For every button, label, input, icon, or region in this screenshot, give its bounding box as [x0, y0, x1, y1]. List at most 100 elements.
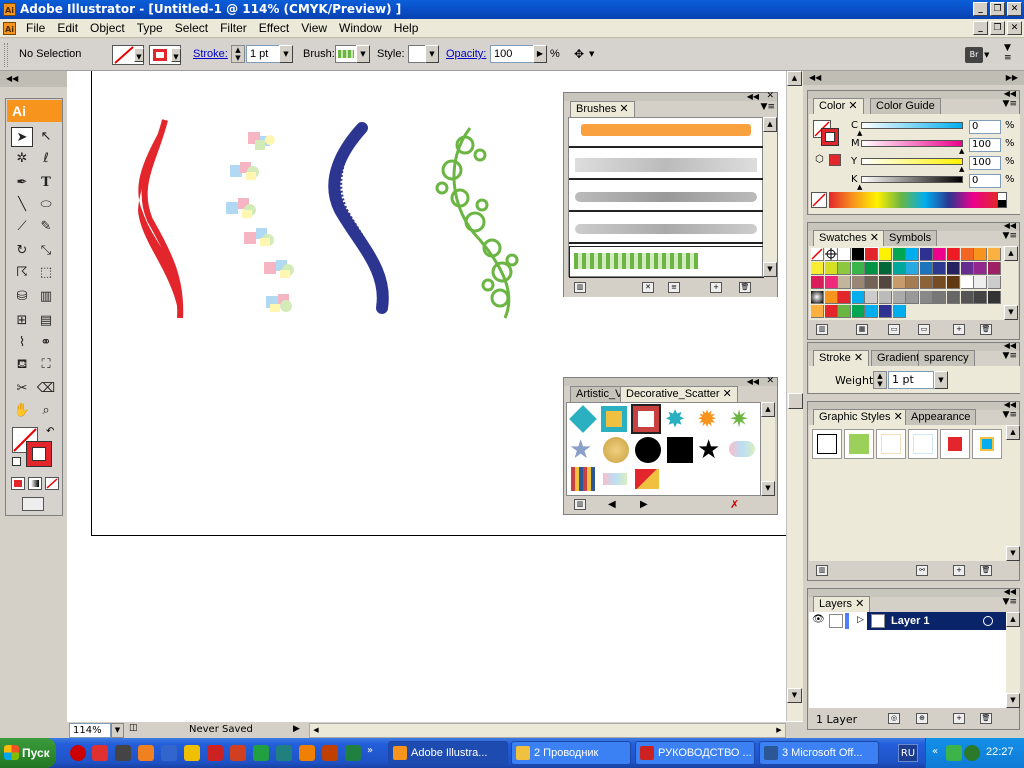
swatch[interactable]: [892, 290, 906, 304]
swatch[interactable]: [919, 290, 933, 304]
channel-value-input[interactable]: 100: [969, 138, 1001, 152]
magic-wand-tool-icon[interactable]: ✲: [11, 149, 33, 169]
channel-slider-thumb[interactable]: ▲: [959, 147, 964, 155]
symbol-13[interactable]: [571, 467, 595, 491]
swatch[interactable]: [879, 262, 892, 276]
swatch[interactable]: [933, 290, 947, 304]
menu-effect[interactable]: Effect: [253, 21, 295, 35]
paintbrush-tool-icon[interactable]: ⟋: [11, 217, 33, 237]
swatch[interactable]: [919, 248, 933, 261]
swatch[interactable]: [811, 262, 824, 276]
menu-edit[interactable]: Edit: [51, 21, 84, 35]
swatch[interactable]: [851, 276, 865, 290]
stroke-collapse-icon[interactable]: ◀◀: [1004, 341, 1016, 350]
tab-swatches[interactable]: Swatches ✕: [813, 230, 885, 246]
swatch[interactable]: [824, 290, 838, 304]
blend-tool-icon[interactable]: ⚭: [35, 333, 57, 353]
layers-collapse-icon[interactable]: ◀◀: [1004, 587, 1016, 596]
quicklaunch-icon-12[interactable]: [322, 745, 338, 761]
ellipse-tool-icon[interactable]: ⬭: [35, 195, 57, 215]
zoom-input[interactable]: 114%: [69, 723, 111, 738]
swatch[interactable]: [892, 248, 906, 261]
lock-toggle[interactable]: [829, 614, 843, 628]
quicklaunch-icon-9[interactable]: [253, 745, 269, 761]
new-brush-icon[interactable]: +: [710, 282, 722, 293]
brush-item-green[interactable]: [569, 246, 764, 278]
gstyles-collapse-icon[interactable]: ◀◀: [1004, 400, 1016, 409]
make-clipping-mask-icon[interactable]: ◎: [888, 713, 900, 724]
canvas-horizontal-scrollbar[interactable]: ◀ ▶: [309, 723, 786, 738]
lasso-tool-icon[interactable]: ℓ: [35, 149, 57, 169]
scroll-down-button[interactable]: ▼: [787, 688, 802, 703]
gstyle-cyan[interactable]: [972, 429, 1002, 459]
tray-expand-icon[interactable]: «: [932, 746, 938, 757]
swatch[interactable]: [960, 276, 974, 290]
tools-collapse-icon[interactable]: ◀◀: [0, 71, 67, 87]
eyedropper-tool-icon[interactable]: ⌇: [11, 333, 33, 353]
weight-dropdown[interactable]: ▼: [934, 371, 948, 389]
swatch[interactable]: [865, 304, 879, 318]
swatch[interactable]: [919, 276, 933, 290]
swatch[interactable]: [947, 248, 960, 261]
symbol-1[interactable]: [569, 405, 597, 433]
control-menu-icon[interactable]: ▼: [589, 47, 597, 61]
brushes-collapse-icon[interactable]: ◀◀: [747, 92, 759, 101]
selection-tool-icon[interactable]: ➤: [11, 127, 33, 147]
brush-item-gray-2[interactable]: [569, 182, 764, 212]
language-indicator[interactable]: RU: [898, 744, 918, 762]
gamut-color-swatch[interactable]: [829, 154, 841, 166]
swatch[interactable]: [824, 276, 838, 290]
channel-slider[interactable]: [861, 122, 963, 129]
show-swatch-kinds-icon[interactable]: ▦: [856, 324, 868, 335]
type-tool-icon[interactable]: T: [35, 173, 57, 193]
gradient-mode-button[interactable]: [28, 477, 42, 490]
layers-scrollbar[interactable]: ▲ ▼: [1006, 612, 1020, 708]
color-mode-button[interactable]: [11, 477, 25, 490]
new-gstyle-icon[interactable]: +: [953, 565, 965, 576]
swatch[interactable]: [987, 248, 1001, 261]
taskbar-item-explorer[interactable]: 2 Проводник: [511, 741, 631, 765]
gstyle-red[interactable]: [940, 429, 970, 459]
gstyle-libraries-icon[interactable]: ▥: [816, 565, 828, 576]
swatch[interactable]: [974, 276, 988, 290]
gradient-tool-icon[interactable]: ▤: [35, 311, 57, 331]
swatch[interactable]: [892, 304, 906, 318]
gstyle-green-texture[interactable]: [844, 429, 874, 459]
stroke-weight-input[interactable]: 1 pt: [246, 45, 280, 63]
prev-library-icon[interactable]: ◀: [608, 499, 616, 510]
swatch-none[interactable]: [811, 248, 824, 261]
color-collapse-icon[interactable]: ◀◀: [1004, 89, 1016, 98]
menu-type[interactable]: Type: [131, 21, 169, 35]
swatch[interactable]: [879, 276, 892, 290]
menu-file[interactable]: File: [20, 21, 51, 35]
tab-decorative-scatter[interactable]: Decorative_Scatter ✕: [620, 386, 738, 402]
swatch[interactable]: [879, 304, 892, 318]
swatch[interactable]: [974, 248, 988, 261]
symbol-9[interactable]: [635, 437, 661, 463]
swatch[interactable]: [947, 262, 960, 276]
weight-stepper[interactable]: ▲ ▼: [873, 371, 887, 389]
channel-slider[interactable]: [861, 158, 963, 165]
swatch[interactable]: [906, 262, 920, 276]
gstyles-scrollbar[interactable]: ▲ ▼: [1006, 425, 1020, 561]
swatch[interactable]: [933, 248, 947, 261]
stroke-weight-dropdown[interactable]: ▼: [279, 45, 293, 63]
menu-object[interactable]: Object: [84, 21, 131, 35]
brush-item-gray-3[interactable]: [569, 214, 764, 244]
mesh-tool-icon[interactable]: ⊞: [11, 311, 33, 331]
layers-menu-icon[interactable]: ▼≡: [1003, 597, 1017, 607]
color-none-swatch[interactable]: [811, 192, 827, 208]
symbol-12[interactable]: [729, 441, 755, 457]
swatch[interactable]: [947, 290, 960, 304]
channel-value-input[interactable]: 100: [969, 156, 1001, 170]
swatch[interactable]: [865, 262, 879, 276]
symlib-close-icon[interactable]: ✕: [766, 376, 774, 386]
menu-view[interactable]: View: [295, 21, 333, 35]
line-tool-icon[interactable]: ╲: [11, 195, 33, 215]
unlink-icon[interactable]: ✗: [730, 498, 739, 511]
stroke-label[interactable]: Stroke:: [193, 48, 228, 60]
swatches-scrollbar[interactable]: ▲ ▼: [1004, 246, 1018, 320]
swatch[interactable]: [947, 276, 960, 290]
brush-item-ribbon[interactable]: [569, 118, 764, 148]
swatch[interactable]: [838, 262, 852, 276]
